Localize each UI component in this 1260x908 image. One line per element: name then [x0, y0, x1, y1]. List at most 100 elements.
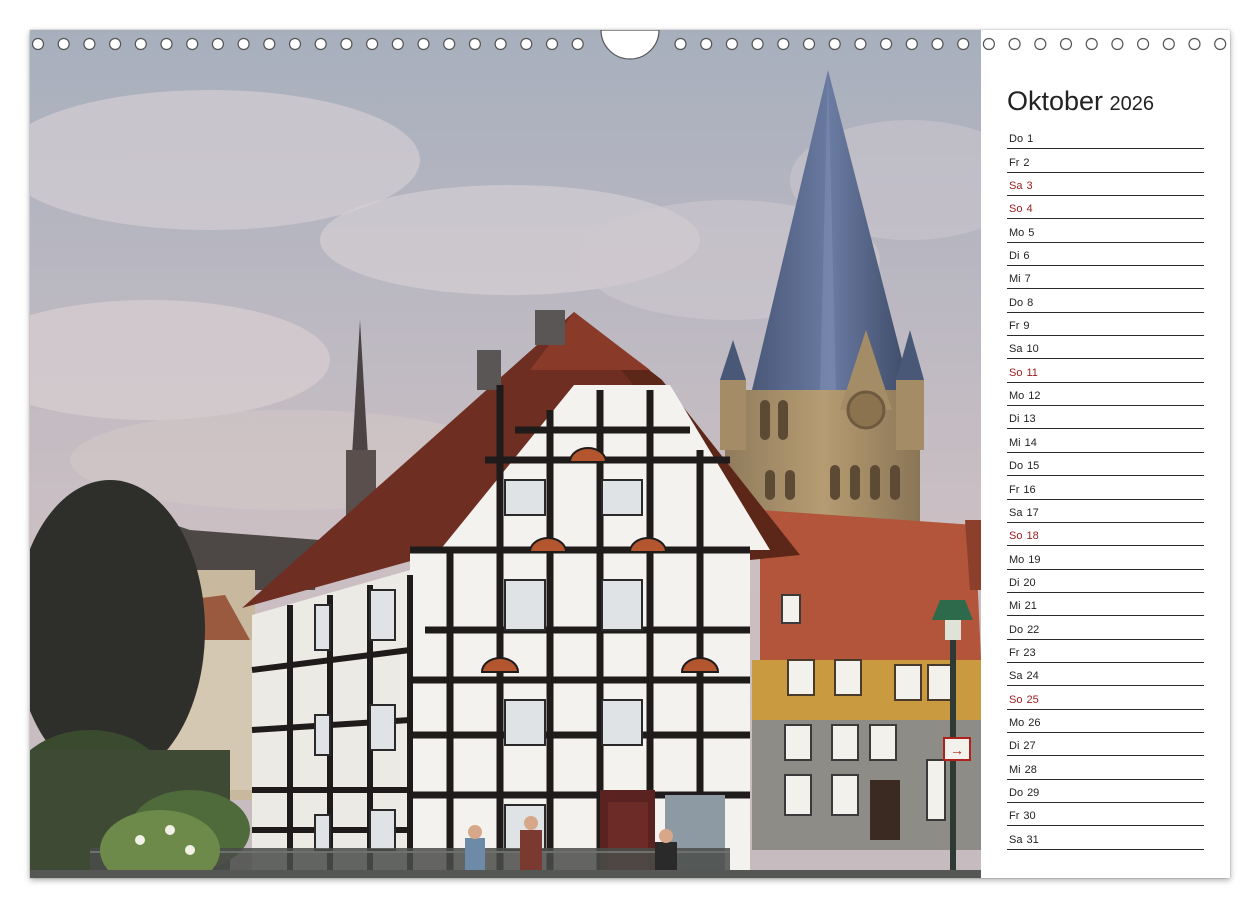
weekday-label: So [1009, 366, 1023, 379]
weekday-label: Mo [1009, 716, 1025, 729]
day-number: 22 [1027, 623, 1040, 636]
weekday-label: Do [1009, 786, 1024, 799]
day-number: 2 [1023, 156, 1030, 169]
right-building [752, 510, 981, 850]
wire-ring-icon [134, 37, 147, 51]
wire-ring-icon [777, 37, 790, 51]
wire-ring-icon [237, 37, 250, 51]
day-row: Mo 12 [1007, 384, 1204, 407]
wire-ring-icon [443, 37, 456, 51]
weekday-label: Do [1009, 296, 1024, 309]
day-row: Mo 19 [1007, 547, 1204, 570]
day-row: Fr 2 [1007, 150, 1204, 173]
wire-ring-icon [391, 37, 404, 51]
weekday-label: Sa [1009, 180, 1023, 193]
wire-ring-icon [828, 37, 841, 51]
weekday-label: Mo [1009, 226, 1025, 239]
wire-ring-icon [366, 37, 379, 51]
day-number: 25 [1026, 693, 1039, 706]
weekday-label: Fr [1009, 483, 1020, 496]
day-number: 13 [1023, 413, 1036, 426]
day-row: Do 1 [1007, 127, 1204, 150]
wire-ring-icon [905, 37, 918, 51]
month-title: Oktober 2026 [1007, 86, 1154, 117]
wire-ring-icon [879, 37, 893, 51]
wire-ring-icon [83, 37, 96, 51]
day-row: So 11 [1007, 360, 1204, 383]
day-row: Fr 23 [1007, 641, 1204, 663]
day-row: Do 8 [1007, 290, 1204, 313]
wire-ring-icon [1085, 37, 1098, 51]
day-number: 20 [1023, 576, 1036, 589]
weekday-label: Fr [1009, 646, 1020, 659]
wire-ring-icon [314, 37, 327, 51]
day-number: 5 [1028, 226, 1035, 239]
day-number: 17 [1026, 506, 1039, 519]
weekday-label: Mo [1009, 553, 1025, 566]
wire-ring-icon [340, 37, 353, 51]
day-row: Sa 24 [1007, 664, 1204, 687]
wire-ring-icon [520, 37, 533, 51]
day-row: Di 20 [1007, 571, 1204, 593]
weekday-label: Sa [1009, 343, 1023, 356]
weekday-label: Fr [1009, 320, 1020, 333]
day-row: Sa 31 [1007, 827, 1204, 850]
day-number: 21 [1024, 600, 1037, 613]
weekday-label: Fr [1009, 156, 1020, 169]
weekday-label: Do [1009, 460, 1024, 473]
weekday-label: Sa [1009, 833, 1023, 846]
wire-ring-icon [751, 37, 764, 51]
wire-ring-icon [1034, 37, 1047, 51]
wire-ring-icon [31, 37, 45, 51]
day-row: Fr 16 [1007, 477, 1204, 500]
year-label: 2026 [1109, 93, 1155, 115]
wire-ring-icon [186, 37, 199, 51]
day-number: 1 [1027, 133, 1034, 146]
day-number: 28 [1024, 763, 1037, 776]
wire-ring-icon [417, 37, 430, 51]
calendar-page: → Oktober 2026 Do 1 Fr 2 Sa 3 So 4 Mo 5 … [30, 30, 1230, 878]
day-row: Sa 17 [1007, 501, 1204, 523]
wire-ring-icon [1214, 37, 1227, 51]
weekday-label: Mo [1009, 390, 1025, 403]
day-number: 19 [1028, 553, 1041, 566]
day-number: 14 [1024, 436, 1037, 449]
day-row: Fr 9 [1007, 314, 1204, 337]
day-number: 12 [1028, 390, 1041, 403]
day-number: 7 [1024, 273, 1031, 286]
day-number: 9 [1023, 320, 1030, 333]
wire-ring-icon [854, 37, 867, 51]
wire-ring-icon [1059, 37, 1073, 51]
weekday-label: Mi [1009, 763, 1021, 776]
day-row: Mi 7 [1007, 267, 1204, 290]
day-row: So 25 [1007, 687, 1204, 710]
calendar-panel: Oktober 2026 Do 1 Fr 2 Sa 3 So 4 Mo 5 Di 6 Mi 7 Do 8 Fr 9… [981, 30, 1230, 878]
wire-ring-icon [571, 37, 584, 51]
day-number: 10 [1026, 343, 1039, 356]
wire-ring-icon [982, 37, 996, 51]
wire-binding [30, 30, 1230, 60]
weekday-label: Mi [1009, 600, 1021, 613]
day-number: 27 [1023, 740, 1036, 753]
day-row: Mi 14 [1007, 430, 1204, 453]
weekday-label: Mi [1009, 436, 1021, 449]
wire-ring-icon [263, 37, 276, 51]
wire-ring-icon [160, 37, 173, 51]
month-name: Oktober [1007, 86, 1104, 116]
day-number: 24 [1026, 670, 1039, 683]
day-number: 4 [1026, 203, 1033, 216]
day-number: 23 [1023, 646, 1036, 659]
weekday-label: Di [1009, 740, 1020, 753]
wire-ring-icon [1008, 37, 1021, 51]
wire-ring-icon [700, 37, 713, 51]
hanger-notch-icon [600, 30, 660, 60]
wire-ring-icon [1162, 37, 1175, 51]
weekday-label: Di [1009, 413, 1020, 426]
day-row: Mi 21 [1007, 594, 1204, 617]
weekday-label: So [1009, 693, 1023, 706]
day-number: 6 [1023, 250, 1030, 263]
day-row: Sa 3 [1007, 174, 1204, 197]
wire-ring-icon [802, 37, 816, 51]
wire-ring-icon [1188, 37, 1201, 51]
day-row: Do 22 [1007, 617, 1204, 640]
